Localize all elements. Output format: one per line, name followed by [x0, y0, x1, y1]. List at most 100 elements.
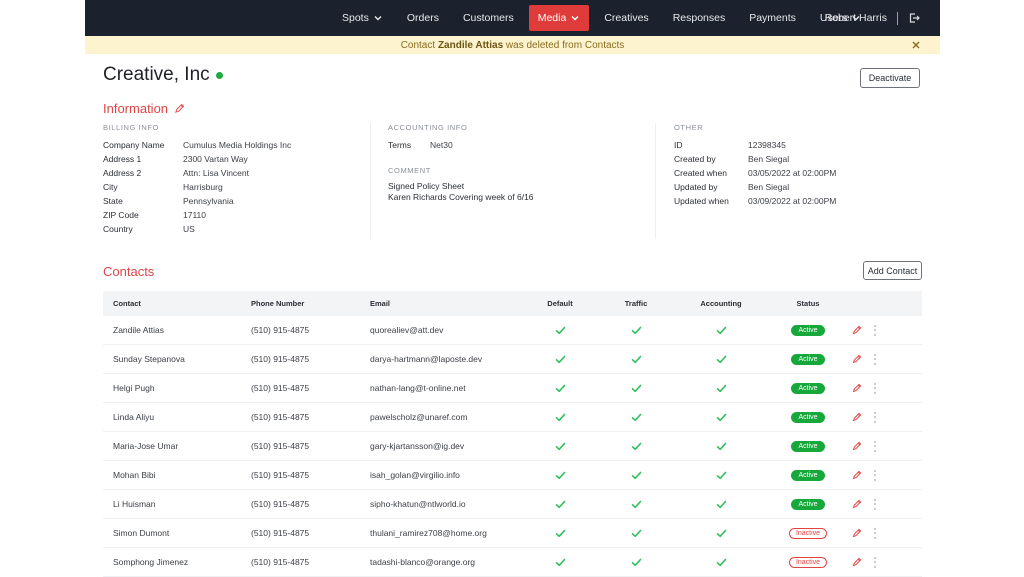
default-cell	[520, 500, 600, 509]
banner-suffix: was deleted from Contacts	[505, 39, 625, 51]
row-actions	[846, 469, 922, 481]
more-options-icon[interactable]	[874, 382, 877, 394]
traffic-cell	[600, 442, 672, 451]
banner-contact-name: Zandile Attias	[437, 39, 504, 51]
more-options-icon[interactable]	[874, 411, 877, 423]
check-icon	[555, 384, 565, 392]
table-row[interactable]: Zandile Attias (510) 915-4875 quorealiev@a…	[103, 316, 922, 345]
more-options-icon[interactable]	[874, 353, 877, 365]
nav-item-payments[interactable]: Payments	[740, 5, 805, 31]
contact-phone: (510) 915-4875	[251, 528, 310, 538]
notification-banner: Contact Zandile Attias was deleted from …	[85, 36, 940, 54]
check-icon	[555, 442, 565, 450]
edit-icon[interactable]	[852, 325, 862, 335]
edit-icon[interactable]	[852, 383, 862, 393]
check-icon	[716, 384, 726, 392]
info-value: 17110	[183, 210, 207, 220]
edit-icon[interactable]	[852, 441, 862, 451]
close-icon[interactable]	[910, 39, 922, 51]
contact-email: nathan-lang@t-online.net	[370, 383, 466, 393]
divider	[655, 123, 656, 239]
default-cell	[520, 326, 600, 335]
row-actions	[846, 382, 922, 394]
check-icon	[631, 413, 641, 421]
info-row: City Harrisburg	[103, 180, 291, 194]
table-row[interactable]: Linda Aliyu (510) 915-4875 pawelscholz@una…	[103, 403, 922, 432]
user-name[interactable]: Robert Harris	[825, 12, 887, 24]
more-options-icon[interactable]	[874, 440, 877, 452]
edit-icon[interactable]	[852, 528, 862, 538]
table-row[interactable]: Simon Dumont (510) 915-4875 thulani_ramire…	[103, 519, 922, 548]
edit-icon[interactable]	[852, 470, 862, 480]
page-title-text: Creative, Inc	[103, 64, 210, 85]
nav-item-responses[interactable]: Responses	[664, 5, 735, 31]
column-header-accounting[interactable]: Accounting	[672, 299, 770, 308]
column-header-status[interactable]: Status	[770, 299, 846, 308]
more-options-icon[interactable]	[874, 469, 877, 481]
info-key: ID	[674, 140, 683, 150]
info-row: Created by Ben Siegal	[674, 152, 836, 166]
info-key: ZIP Code	[103, 210, 139, 220]
check-icon	[631, 558, 641, 566]
accounting-cell	[672, 471, 770, 480]
contact-email: thulani_ramirez708@home.org	[370, 528, 487, 538]
edit-icon[interactable]	[852, 412, 862, 422]
check-icon	[555, 413, 565, 421]
contact-name: Simon Dumont	[113, 528, 170, 538]
column-header-phone[interactable]: Phone Number	[251, 299, 370, 308]
nav-item-media[interactable]: Media	[528, 5, 590, 31]
nav-item-customers[interactable]: Customers	[454, 5, 523, 31]
column-header-email[interactable]: Email	[370, 299, 520, 308]
check-icon	[631, 384, 641, 392]
contact-email: quorealiev@att.dev	[370, 325, 444, 335]
row-actions	[846, 527, 922, 539]
edit-information-icon[interactable]	[174, 103, 185, 114]
check-icon	[631, 355, 641, 363]
table-row[interactable]: Mohan Bibi (510) 915-4875 isah_golan@virgi…	[103, 461, 922, 490]
table-row[interactable]: Somphong Jimenez (510) 915-4875 tadashi-bl…	[103, 548, 922, 577]
table-row[interactable]: Maria-Jose Umar (510) 915-4875 gary-kjarta…	[103, 432, 922, 461]
status-badge: Active	[791, 324, 825, 336]
comment-line: Karen Richards Covering week of 6/16	[388, 192, 534, 202]
table-row[interactable]: Helgi Pugh (510) 915-4875 nathan-lang@t-on…	[103, 374, 922, 403]
column-header-traffic[interactable]: Traffic	[600, 299, 672, 308]
check-icon	[716, 529, 726, 537]
contact-phone: (510) 915-4875	[251, 325, 310, 335]
contact-phone: (510) 915-4875	[251, 470, 310, 480]
more-options-icon[interactable]	[874, 527, 877, 539]
contact-name: Li Huisman	[113, 499, 156, 509]
active-status-dot	[215, 71, 223, 79]
contact-name: Maria-Jose Umar	[113, 441, 179, 451]
nav-item-spots[interactable]: Spots	[333, 5, 392, 31]
info-key: Address 2	[103, 168, 142, 178]
contact-phone: (510) 915-4875	[251, 499, 310, 509]
page-title: Creative, Inc	[103, 64, 223, 86]
nav-item-label: Responses	[672, 12, 726, 24]
more-options-icon[interactable]	[874, 498, 877, 510]
add-contact-button[interactable]: Add Contact	[863, 261, 922, 280]
table-row[interactable]: Sunday Stepanova (510) 915-4875 darya-hart…	[103, 345, 922, 374]
nav-item-label: Media	[537, 12, 567, 24]
edit-icon[interactable]	[852, 354, 862, 364]
edit-icon[interactable]	[852, 557, 862, 567]
contact-name: Helgi Pugh	[113, 383, 155, 393]
check-icon	[716, 413, 726, 421]
nav-item-orders[interactable]: Orders	[398, 5, 448, 31]
deactivate-button[interactable]: Deactivate	[860, 68, 920, 88]
nav-item-creatives[interactable]: Creatives	[595, 5, 657, 31]
nav-item-label: Creatives	[604, 12, 649, 24]
more-options-icon[interactable]	[874, 556, 877, 568]
info-value: 03/05/2022 at 02:00PM	[748, 168, 837, 178]
contact-name: Zandile Attias	[113, 325, 165, 335]
edit-icon[interactable]	[852, 499, 862, 509]
check-icon	[716, 442, 726, 450]
status-badge: Inactive	[788, 527, 828, 539]
column-header-default[interactable]: Default	[520, 299, 600, 308]
table-row[interactable]: Li Huisman (510) 915-4875 sipho-khatun@ntl…	[103, 490, 922, 519]
column-header-contact[interactable]: Contact	[103, 299, 251, 308]
status-cell: Inactive	[770, 527, 846, 539]
info-key: Country	[103, 224, 133, 234]
logout-icon[interactable]	[908, 12, 920, 24]
more-options-icon[interactable]	[874, 324, 877, 336]
info-key: State	[103, 196, 123, 206]
